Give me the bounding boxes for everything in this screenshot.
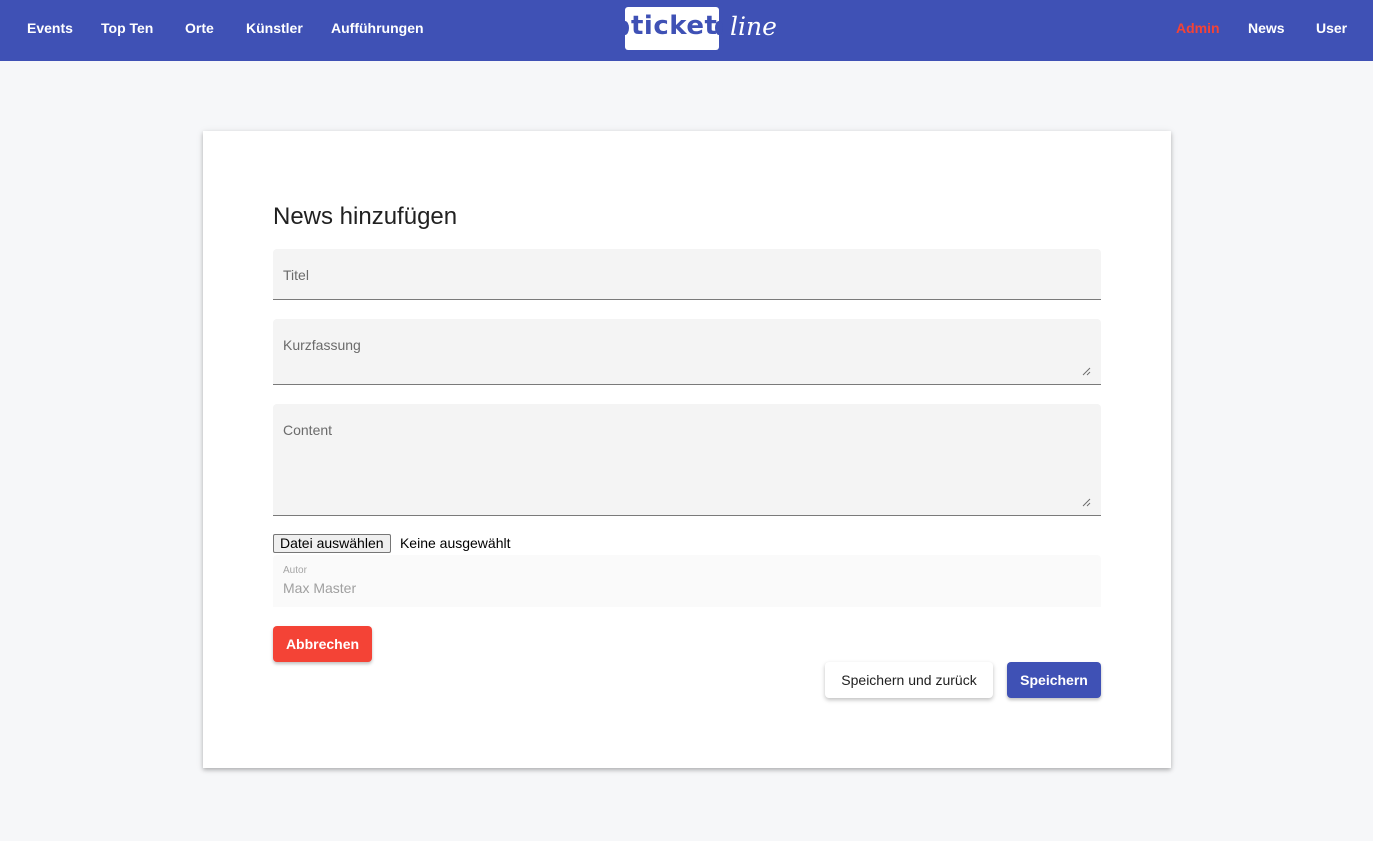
nav-events[interactable]: Events [27, 0, 73, 57]
page-title: News hinzufügen [273, 203, 458, 230]
ticketline-logo[interactable]: ticket line [621, 6, 784, 54]
nav-top-ten[interactable]: Top Ten [101, 0, 153, 57]
save-button[interactable]: Speichern [1007, 662, 1101, 698]
summary-textarea[interactable]: Kurzfassung [273, 319, 1101, 385]
logo-ticket-shape: ticket [621, 7, 723, 50]
content-textarea[interactable]: Content [273, 404, 1101, 516]
nav-kuenstler[interactable]: Künstler [246, 0, 303, 57]
logo-ticket-text: ticket [631, 11, 718, 41]
top-navbar: Events Top Ten Orte Künstler Aufführunge… [0, 0, 1373, 61]
resize-handle-icon[interactable] [1082, 367, 1091, 376]
content-field-label: Content [283, 422, 333, 438]
title-field-label: Titel [283, 267, 309, 283]
choose-file-button[interactable]: Datei auswählen [273, 534, 391, 553]
nav-auffuehrungen[interactable]: Aufführungen [331, 0, 424, 57]
resize-handle-icon[interactable] [1082, 498, 1091, 507]
summary-field-label: Kurzfassung [283, 337, 361, 353]
author-label: Autor [283, 565, 307, 576]
nav-news[interactable]: News [1248, 0, 1285, 57]
file-status-text: Keine ausgewählt [399, 535, 511, 551]
author-value: Max Master [283, 580, 357, 596]
nav-user[interactable]: User [1316, 0, 1347, 57]
author-field: Autor Max Master [273, 555, 1101, 607]
logo-line-text: line [730, 12, 777, 41]
news-form-card: News hinzufügen Titel Kurzfassung Conten… [203, 131, 1171, 768]
file-upload: Datei auswählen Keine ausgewählt [273, 534, 511, 555]
save-and-back-button[interactable]: Speichern und zurück [825, 662, 993, 698]
cancel-button[interactable]: Abbrechen [273, 626, 372, 662]
logo-notch-left [621, 21, 629, 35]
nav-admin[interactable]: Admin [1176, 0, 1220, 57]
nav-orte[interactable]: Orte [185, 0, 214, 57]
title-field[interactable]: Titel [273, 249, 1101, 300]
